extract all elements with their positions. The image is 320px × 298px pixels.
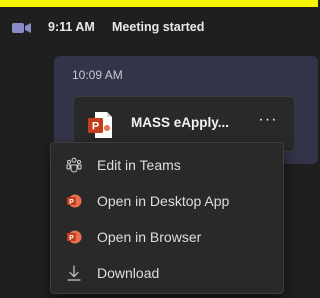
highlight-band [0, 0, 318, 7]
meeting-status-text: Meeting started [112, 20, 205, 34]
menu-item-label: Open in Desktop App [97, 193, 230, 209]
teams-icon [66, 157, 82, 173]
message-timestamp: 10:09 AM [72, 68, 123, 82]
menu-item-open-browser[interactable]: P Open in Browser [51, 219, 283, 255]
svg-text:P: P [69, 235, 74, 242]
svg-text:P: P [92, 121, 99, 133]
menu-item-edit-in-teams[interactable]: Edit in Teams [51, 147, 283, 183]
menu-item-label: Open in Browser [97, 229, 202, 245]
menu-item-open-desktop-app[interactable]: P Open in Desktop App [51, 183, 283, 219]
meeting-time: 9:11 AM [48, 20, 95, 34]
powerpoint-icon: P [66, 229, 82, 245]
file-context-menu: Edit in Teams P Open in Desktop App P Op… [50, 142, 284, 294]
teams-chat-view: 9:11 AM Meeting started 10:09 AM P MASS … [0, 0, 318, 298]
powerpoint-icon: P [66, 193, 82, 209]
download-icon [66, 265, 82, 281]
svg-text:P: P [69, 199, 74, 206]
menu-item-label: Edit in Teams [97, 157, 181, 173]
file-name: MASS eApply... [131, 115, 230, 130]
meeting-started-row: 9:11 AM Meeting started [0, 12, 318, 40]
more-options-button[interactable]: ··· [255, 110, 281, 136]
menu-item-label: Download [97, 265, 160, 281]
powerpoint-file-icon: P [88, 112, 112, 138]
video-camera-icon [12, 20, 32, 36]
menu-item-download[interactable]: Download [51, 255, 283, 291]
